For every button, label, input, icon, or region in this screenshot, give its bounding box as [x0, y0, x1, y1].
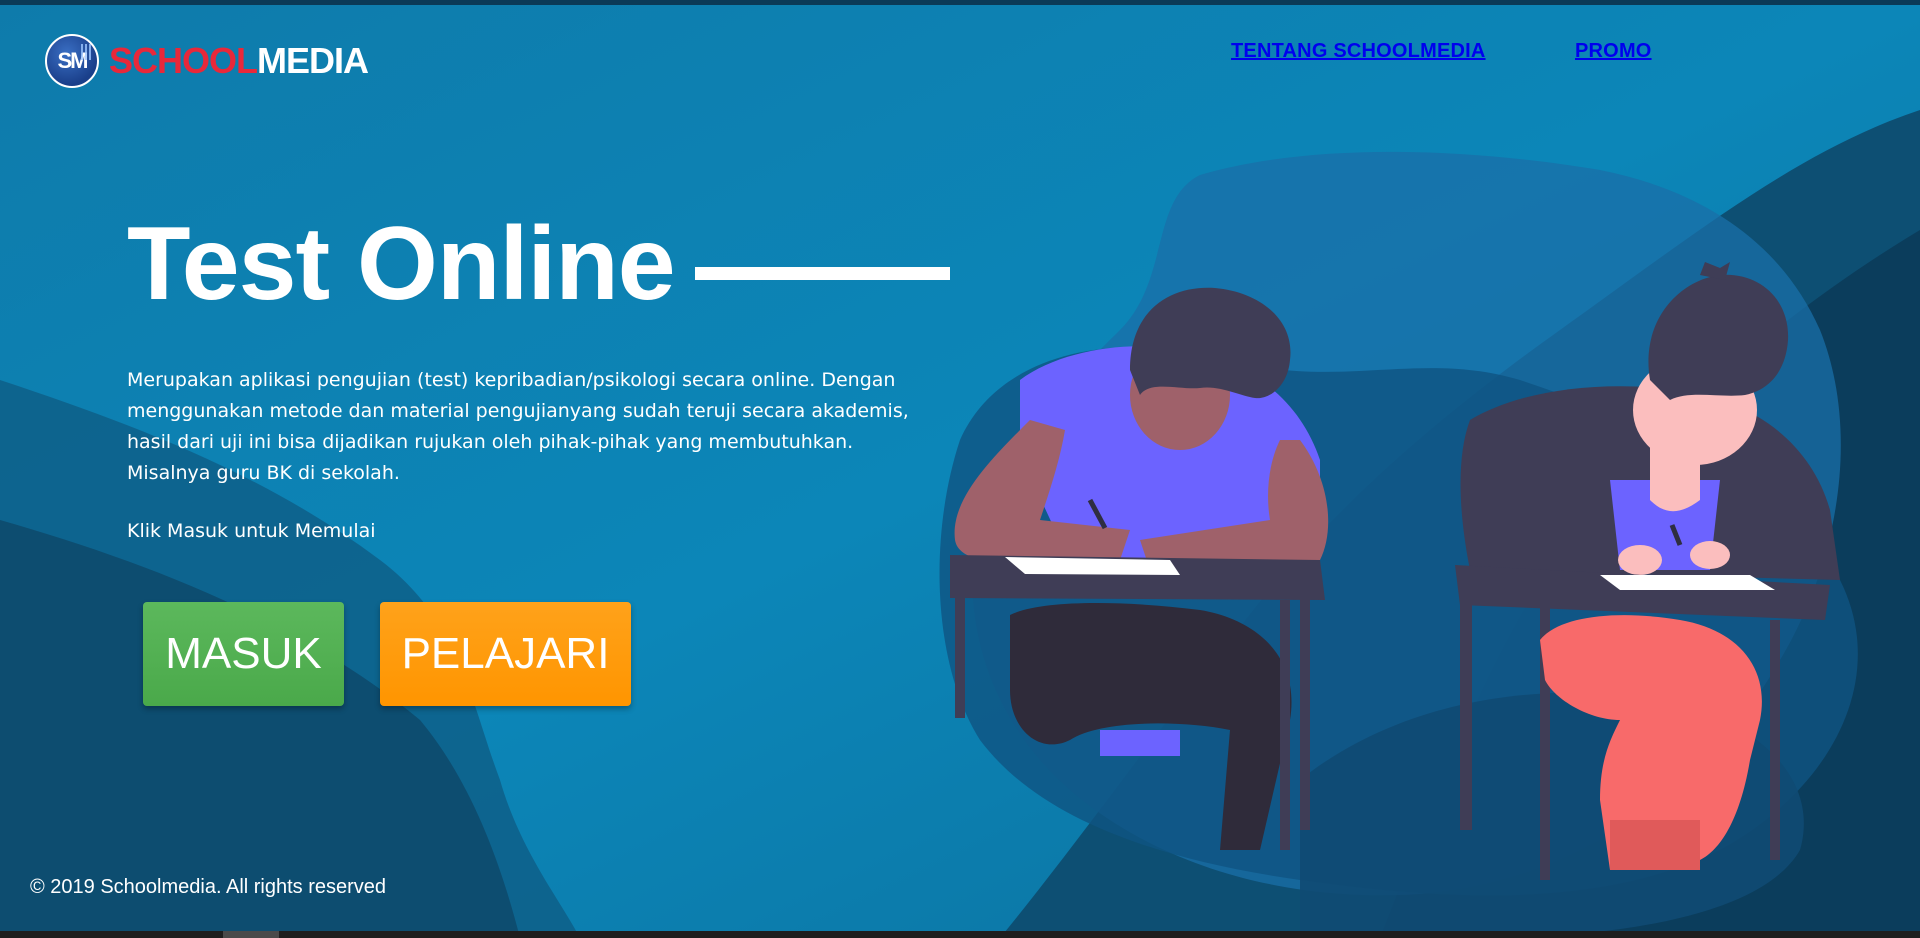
hero-description: Merupakan aplikasi pengujian (test) kepr…: [127, 369, 909, 484]
brand-logo[interactable]: SM SCHOOLMEDIA: [45, 34, 369, 88]
hero-cta-text: Klik Masuk untuk Memulai: [127, 520, 376, 542]
site-header: SM SCHOOLMEDIA TENTANG SCHOOLMEDIA PROMO: [0, 0, 1920, 110]
hero-title: Test Online: [127, 206, 676, 322]
learn-more-button[interactable]: PELAJARI: [380, 602, 631, 706]
brand-logo-badge: SM: [45, 34, 99, 88]
brand-wordmark: SCHOOLMEDIA: [109, 40, 369, 81]
student-left-figure: [950, 287, 1329, 850]
title-underline-rule: [694, 266, 950, 280]
student-right-figure: [1455, 262, 1840, 880]
logo-bars-icon: [81, 44, 91, 60]
login-button[interactable]: MASUK: [143, 602, 344, 706]
brand-name-part2: MEDIA: [257, 40, 369, 81]
page: SM SCHOOLMEDIA TENTANG SCHOOLMEDIA PROMO…: [0, 0, 1920, 938]
brand-name-part1: SCHOOL: [109, 40, 258, 81]
scrollbar-thumb[interactable]: [223, 931, 279, 938]
footer-copyright: © 2019 Schoolmedia. All rights reserved: [30, 876, 387, 898]
hero-title-block: Test Online: [127, 212, 950, 316]
nav-link-about[interactable]: TENTANG SCHOOLMEDIA: [1231, 40, 1486, 63]
nav-link-promo[interactable]: PROMO: [1575, 40, 1652, 63]
horizontal-scrollbar[interactable]: [0, 931, 1920, 938]
